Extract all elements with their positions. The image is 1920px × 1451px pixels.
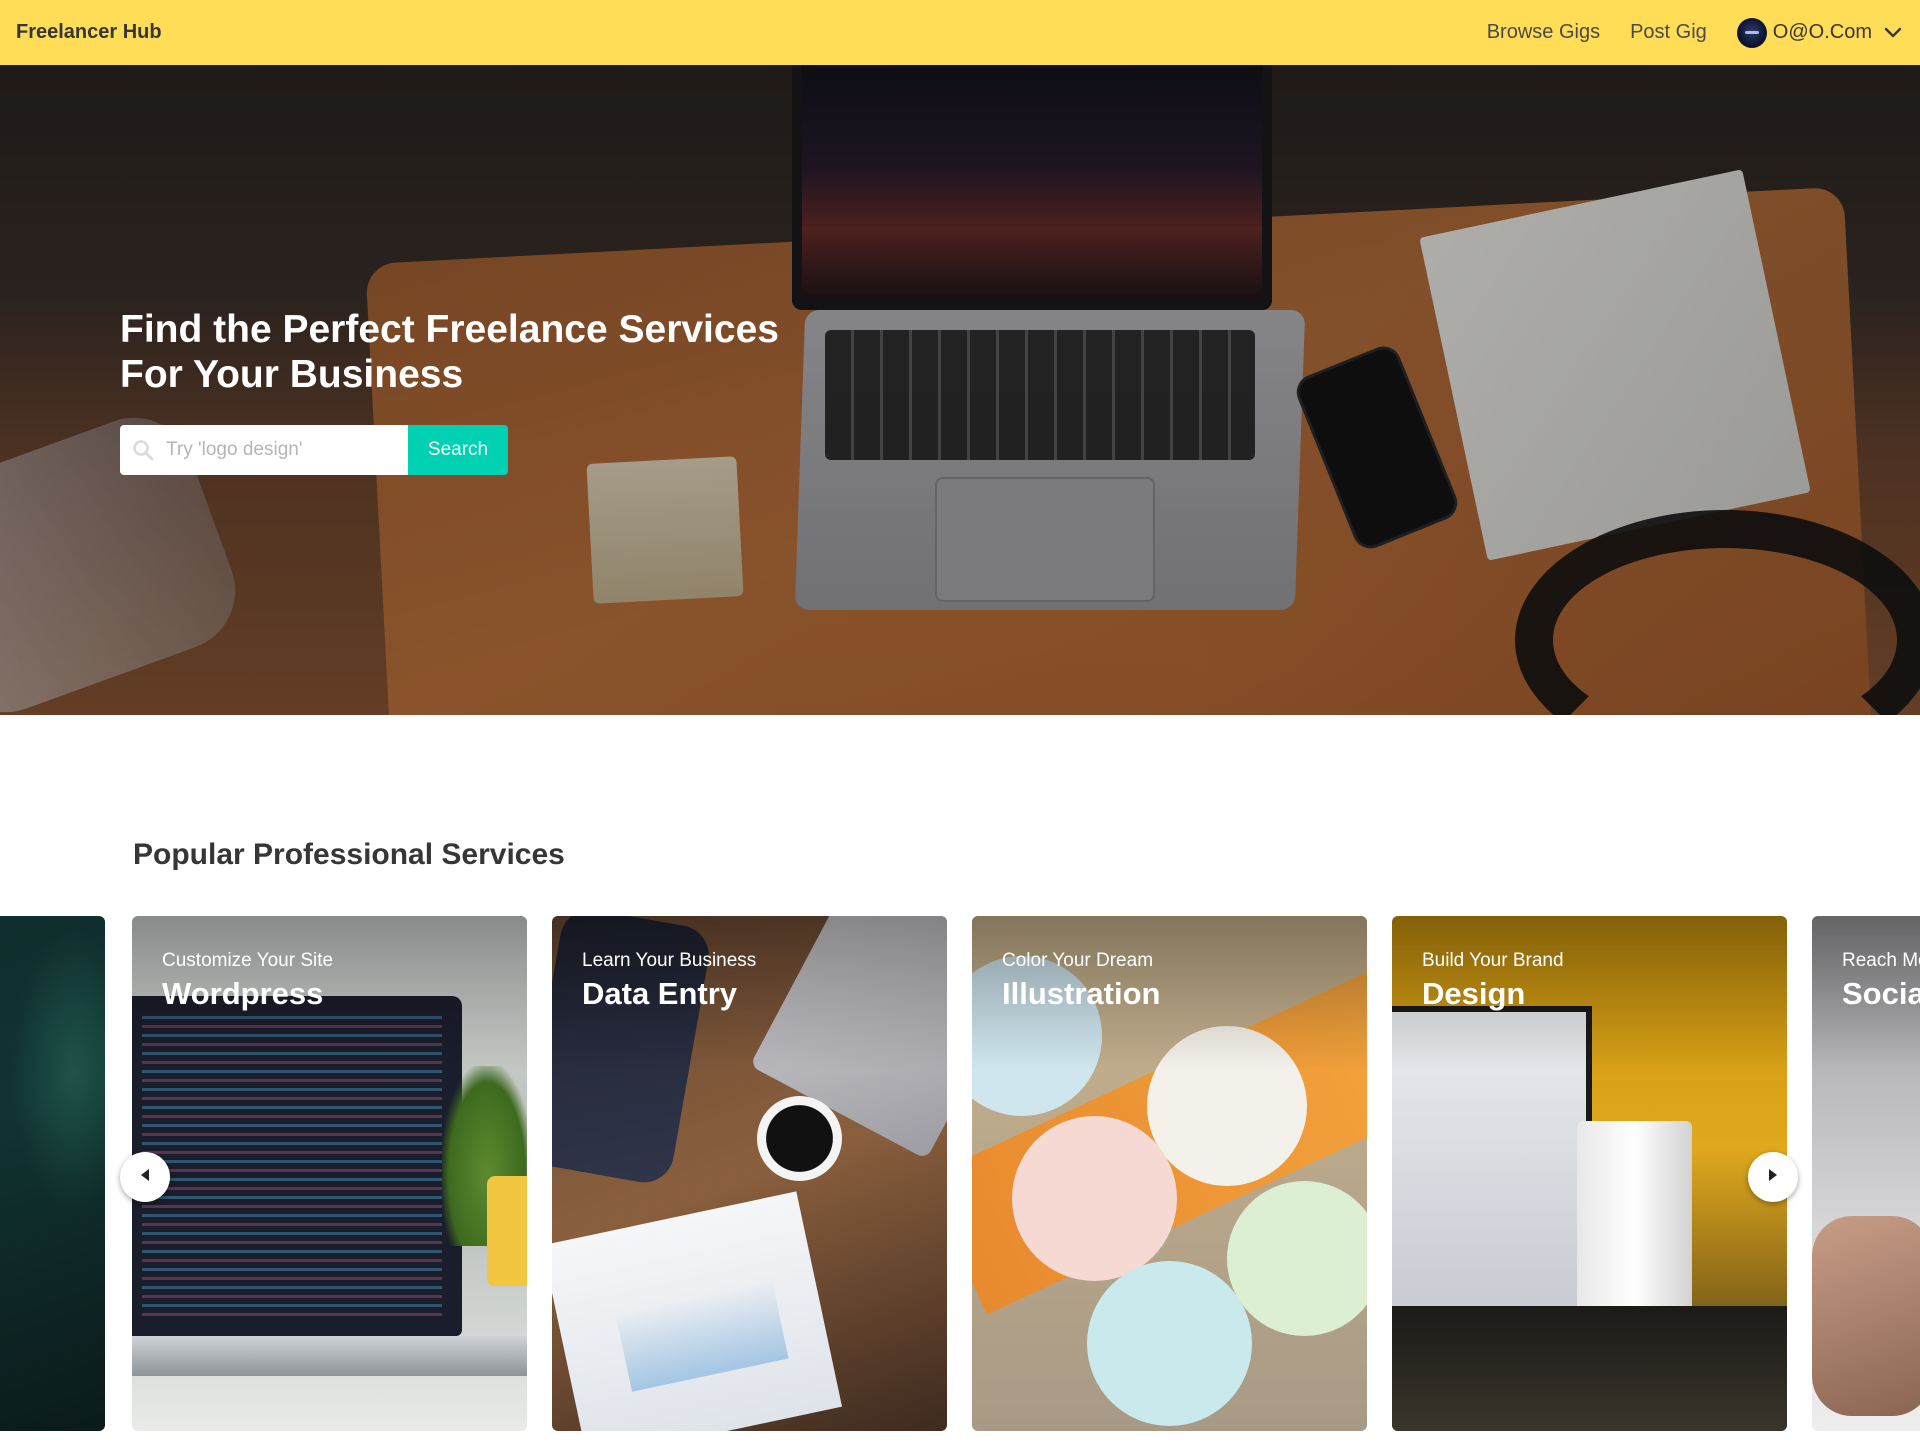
section-title: Popular Professional Services — [133, 838, 565, 871]
card-subtitle: Color Your Dream — [1002, 950, 1154, 971]
user-menu[interactable]: O@O.Com — [1736, 17, 1904, 48]
service-card-design[interactable]: Build Your Brand Design — [1392, 916, 1787, 1431]
chevron-right-icon — [1766, 1167, 1780, 1188]
hero-banner: Find the Perfect Freelance Services For … — [0, 65, 1920, 715]
service-card-previous[interactable] — [0, 916, 105, 1431]
search-box — [120, 425, 408, 475]
carousel-next-button[interactable] — [1748, 1152, 1798, 1202]
card-image — [0, 916, 105, 1431]
service-card-wordpress[interactable]: Customize Your Site Wordpress — [132, 916, 527, 1431]
card-title: Wordpress — [162, 976, 324, 1011]
hero-title-line2: For Your Business — [120, 353, 464, 396]
card-subtitle: Build Your Brand — [1422, 950, 1564, 971]
card-subtitle: Learn Your Business — [582, 950, 757, 971]
nav-browse-gigs[interactable]: Browse Gigs — [1487, 21, 1600, 44]
avatar — [1736, 17, 1767, 48]
hero-title-line1: Find the Perfect Freelance Services — [120, 308, 779, 351]
services-carousel: Customize Your Site Wordpress Learn Your… — [0, 916, 1920, 1431]
card-title: Data Entry — [582, 976, 738, 1011]
card-subtitle: Customize Your Site — [162, 950, 334, 971]
search-input[interactable] — [166, 439, 396, 461]
service-card-data-entry[interactable]: Learn Your Business Data Entry — [552, 916, 947, 1431]
hero-title: Find the Perfect Freelance Services For … — [120, 307, 820, 397]
card-subtitle: Reach Mo — [1842, 950, 1920, 971]
card-title: Illustration — [1002, 976, 1161, 1011]
nav-menu: Browse Gigs Post Gig O@O.Com — [1457, 0, 1904, 65]
nav-post-gig[interactable]: Post Gig — [1630, 21, 1707, 44]
card-title: Social — [1842, 976, 1920, 1011]
user-name: O@O.Com — [1772, 21, 1872, 43]
service-card-illustration[interactable]: Color Your Dream Illustration — [972, 916, 1367, 1431]
service-card-social[interactable]: Reach Mo Social — [1812, 916, 1920, 1431]
chevron-left-icon — [138, 1167, 152, 1188]
card-title: Design — [1422, 976, 1526, 1011]
navbar: Freelancer Hub Browse Gigs Post Gig O@O.… — [0, 0, 1920, 65]
carousel-prev-button[interactable] — [120, 1152, 170, 1202]
chevron-down-icon[interactable] — [1882, 22, 1904, 44]
search-icon — [132, 439, 154, 461]
brand-logo[interactable]: Freelancer Hub — [16, 21, 162, 44]
search-button[interactable]: Search — [408, 425, 508, 475]
